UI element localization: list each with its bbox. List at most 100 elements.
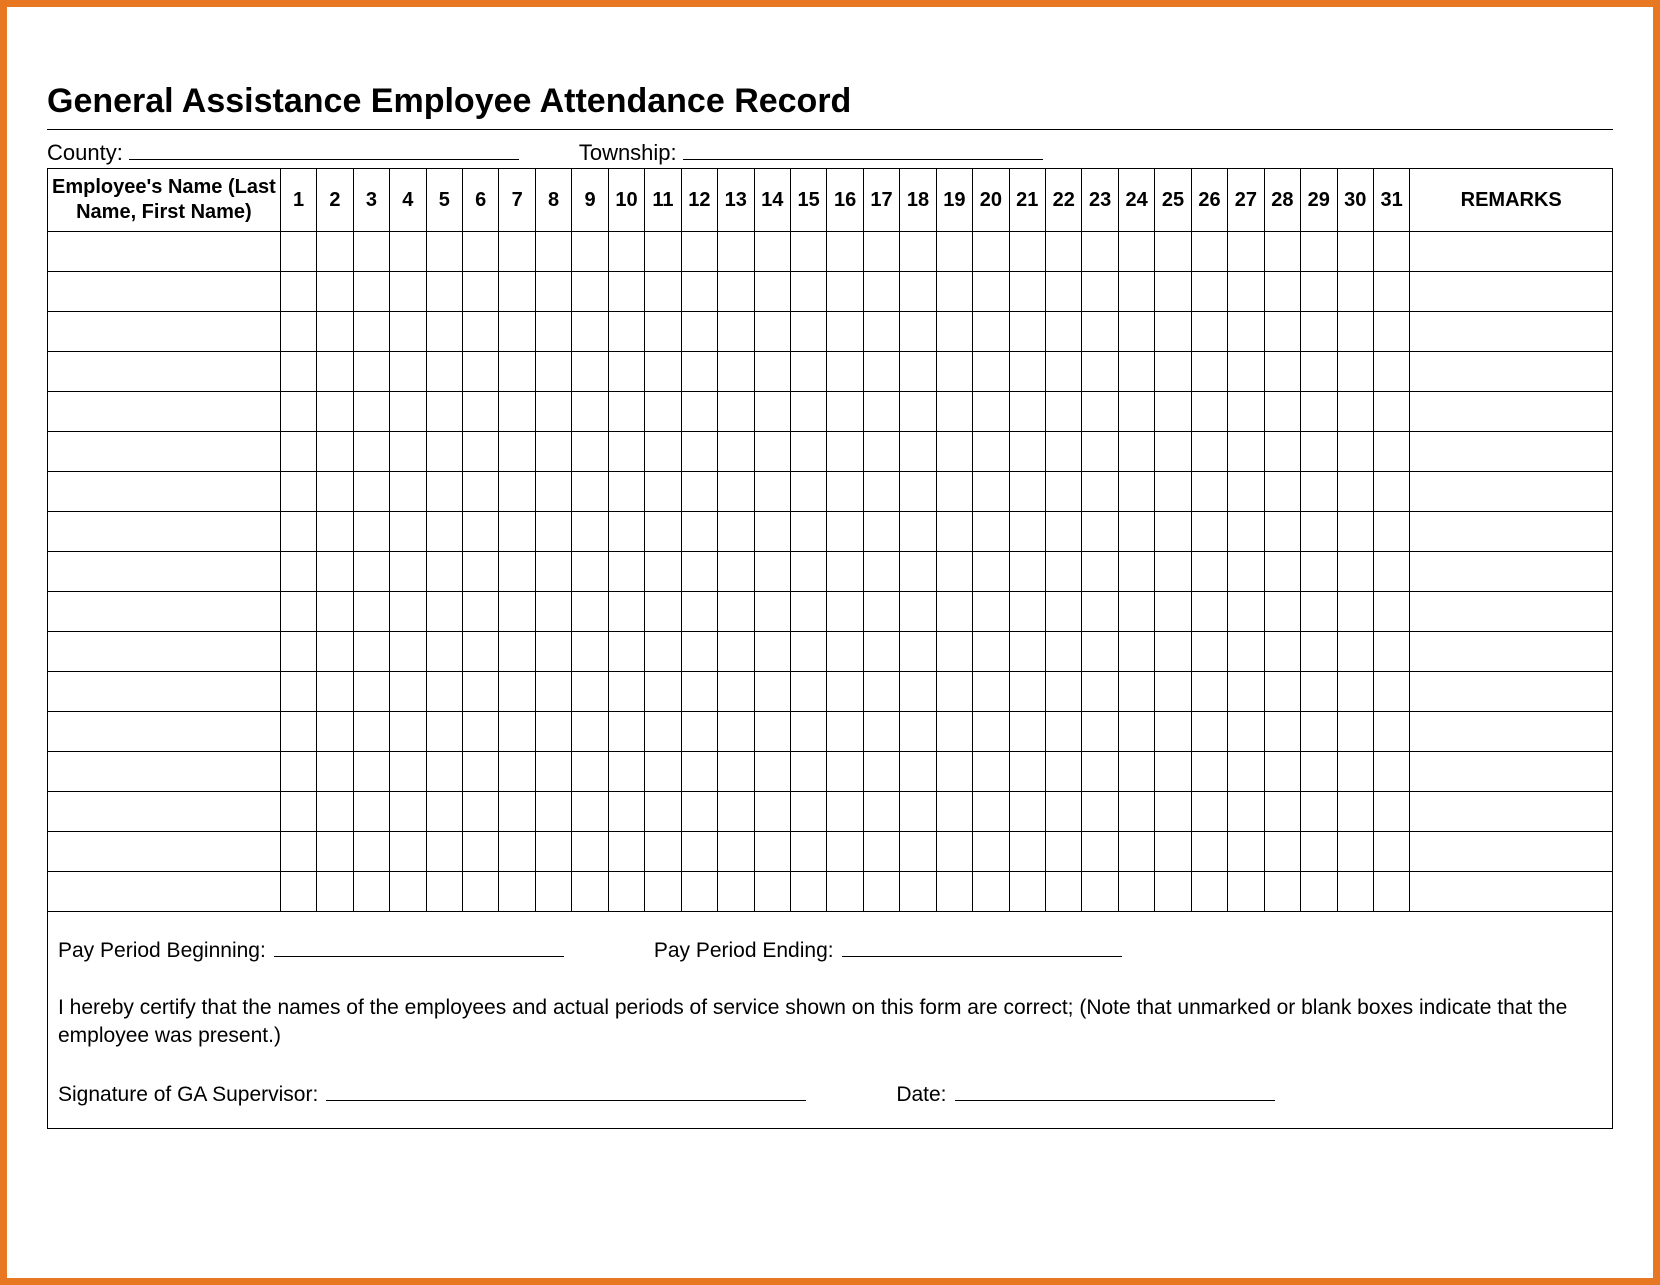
day-cell[interactable] — [1191, 832, 1227, 872]
day-cell[interactable] — [1191, 712, 1227, 752]
day-cell[interactable] — [608, 312, 644, 352]
day-cell[interactable] — [1082, 392, 1118, 432]
day-cell[interactable] — [1009, 392, 1045, 432]
day-cell[interactable] — [863, 632, 899, 672]
day-cell[interactable] — [1373, 512, 1409, 552]
day-cell[interactable] — [863, 552, 899, 592]
day-cell[interactable] — [463, 432, 499, 472]
day-cell[interactable] — [827, 592, 863, 632]
day-cell[interactable] — [1046, 272, 1082, 312]
day-cell[interactable] — [1082, 272, 1118, 312]
day-cell[interactable] — [608, 272, 644, 312]
day-cell[interactable] — [1301, 672, 1337, 712]
day-cell[interactable] — [390, 792, 426, 832]
day-cell[interactable] — [390, 312, 426, 352]
day-cell[interactable] — [754, 672, 790, 712]
name-cell[interactable] — [48, 592, 281, 632]
day-cell[interactable] — [499, 512, 535, 552]
day-cell[interactable] — [1191, 352, 1227, 392]
day-cell[interactable] — [754, 832, 790, 872]
remarks-cell[interactable] — [1410, 792, 1613, 832]
day-cell[interactable] — [572, 392, 608, 432]
day-cell[interactable] — [353, 552, 389, 592]
day-cell[interactable] — [463, 472, 499, 512]
day-cell[interactable] — [718, 472, 754, 512]
day-cell[interactable] — [1337, 352, 1373, 392]
day-cell[interactable] — [1301, 832, 1337, 872]
day-cell[interactable] — [1118, 232, 1154, 272]
day-cell[interactable] — [463, 392, 499, 432]
day-cell[interactable] — [317, 552, 353, 592]
day-cell[interactable] — [463, 552, 499, 592]
day-cell[interactable] — [900, 392, 936, 432]
day-cell[interactable] — [863, 312, 899, 352]
day-cell[interactable] — [863, 672, 899, 712]
day-cell[interactable] — [499, 392, 535, 432]
day-cell[interactable] — [973, 552, 1009, 592]
day-cell[interactable] — [645, 392, 681, 432]
day-cell[interactable] — [718, 432, 754, 472]
day-cell[interactable] — [1264, 472, 1300, 512]
day-cell[interactable] — [1191, 632, 1227, 672]
day-cell[interactable] — [535, 392, 571, 432]
day-cell[interactable] — [936, 672, 972, 712]
day-cell[interactable] — [535, 512, 571, 552]
day-cell[interactable] — [535, 312, 571, 352]
day-cell[interactable] — [790, 352, 826, 392]
day-cell[interactable] — [535, 232, 571, 272]
day-cell[interactable] — [1228, 712, 1264, 752]
day-cell[interactable] — [463, 832, 499, 872]
day-cell[interactable] — [1118, 512, 1154, 552]
day-cell[interactable] — [1228, 232, 1264, 272]
day-cell[interactable] — [1118, 312, 1154, 352]
day-cell[interactable] — [754, 312, 790, 352]
day-cell[interactable] — [1228, 392, 1264, 432]
day-cell[interactable] — [790, 552, 826, 592]
day-cell[interactable] — [973, 872, 1009, 912]
day-cell[interactable] — [1264, 872, 1300, 912]
day-cell[interactable] — [499, 672, 535, 712]
day-cell[interactable] — [1228, 752, 1264, 792]
day-cell[interactable] — [900, 672, 936, 712]
day-cell[interactable] — [1009, 832, 1045, 872]
day-cell[interactable] — [790, 792, 826, 832]
day-cell[interactable] — [499, 352, 535, 392]
name-cell[interactable] — [48, 832, 281, 872]
day-cell[interactable] — [608, 752, 644, 792]
day-cell[interactable] — [1046, 232, 1082, 272]
day-cell[interactable] — [317, 312, 353, 352]
day-cell[interactable] — [317, 792, 353, 832]
day-cell[interactable] — [353, 432, 389, 472]
day-cell[interactable] — [317, 752, 353, 792]
day-cell[interactable] — [827, 632, 863, 672]
day-cell[interactable] — [1191, 872, 1227, 912]
day-cell[interactable] — [973, 672, 1009, 712]
day-cell[interactable] — [1082, 432, 1118, 472]
day-cell[interactable] — [535, 272, 571, 312]
day-cell[interactable] — [499, 272, 535, 312]
day-cell[interactable] — [572, 632, 608, 672]
name-cell[interactable] — [48, 712, 281, 752]
day-cell[interactable] — [973, 832, 1009, 872]
day-cell[interactable] — [499, 712, 535, 752]
day-cell[interactable] — [827, 672, 863, 712]
day-cell[interactable] — [1118, 432, 1154, 472]
day-cell[interactable] — [936, 392, 972, 432]
day-cell[interactable] — [1118, 872, 1154, 912]
day-cell[interactable] — [463, 512, 499, 552]
day-cell[interactable] — [681, 872, 717, 912]
day-cell[interactable] — [790, 512, 826, 552]
day-cell[interactable] — [900, 832, 936, 872]
day-cell[interactable] — [499, 472, 535, 512]
day-cell[interactable] — [790, 832, 826, 872]
day-cell[interactable] — [681, 512, 717, 552]
day-cell[interactable] — [353, 512, 389, 552]
day-cell[interactable] — [280, 432, 316, 472]
day-cell[interactable] — [1373, 352, 1409, 392]
day-cell[interactable] — [499, 432, 535, 472]
day-cell[interactable] — [1264, 512, 1300, 552]
day-cell[interactable] — [754, 792, 790, 832]
day-cell[interactable] — [353, 232, 389, 272]
day-cell[interactable] — [1046, 672, 1082, 712]
day-cell[interactable] — [718, 312, 754, 352]
